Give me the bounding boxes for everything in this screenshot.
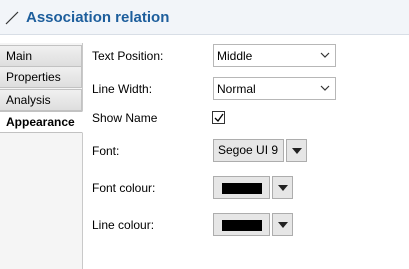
font-colour-dropdown-button[interactable] [272, 176, 293, 199]
tab-main[interactable]: Main [0, 45, 82, 67]
text-position-value: Middle [217, 49, 253, 63]
font-colour-label: Font colour: [92, 181, 156, 195]
text-position-label: Text Position: [92, 49, 164, 63]
line-width-label: Line Width: [92, 82, 153, 96]
show-name-checkbox[interactable] [212, 111, 225, 124]
line-colour-swatch [222, 220, 262, 231]
text-position-select[interactable]: Middle [213, 44, 336, 67]
line-colour-dropdown-button[interactable] [272, 213, 293, 236]
show-name-label: Show Name [92, 111, 158, 125]
line-colour-label: Line colour: [92, 218, 155, 232]
tab-properties[interactable]: Properties [0, 66, 82, 88]
triangle-down-icon [278, 222, 288, 228]
font-label: Font: [92, 144, 120, 158]
line-width-value: Normal [217, 82, 256, 96]
chevron-down-icon [320, 85, 330, 91]
font-colour-swatch [222, 183, 262, 194]
chevron-down-icon [320, 52, 330, 58]
header-bar: Association relation [0, 0, 409, 35]
tab-appearance[interactable]: Appearance [0, 111, 83, 133]
page-title: Association relation [26, 9, 170, 26]
association-line-icon [5, 11, 19, 25]
font-dropdown-button[interactable] [286, 139, 307, 162]
checkmark-icon [214, 113, 224, 123]
triangle-down-icon [292, 148, 302, 154]
line-colour-button[interactable] [213, 213, 270, 236]
tab-strip: Main Properties Analysis Appearance [0, 43, 83, 269]
triangle-down-icon [278, 185, 288, 191]
line-width-select[interactable]: Normal [213, 77, 336, 100]
font-button[interactable]: Segoe UI 9 [213, 139, 284, 162]
font-colour-button[interactable] [213, 176, 270, 199]
tab-analysis[interactable]: Analysis [0, 89, 82, 111]
